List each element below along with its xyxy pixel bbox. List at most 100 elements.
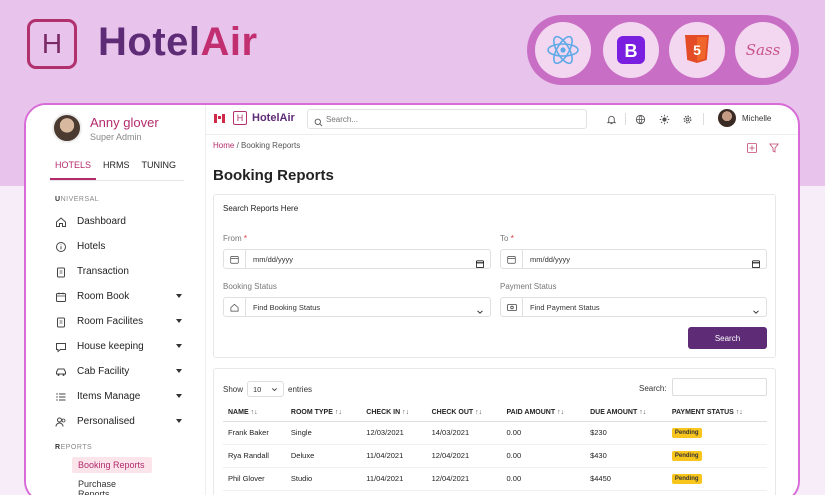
brand-logo: H xyxy=(27,19,77,69)
cell-check-in: 11/04/2021 xyxy=(361,444,427,468)
global-search[interactable] xyxy=(307,109,587,129)
cell-check-out: 12/04/2021 xyxy=(426,444,502,468)
sidebar-item-items-manage[interactable]: Items Manage xyxy=(54,384,182,409)
from-label: From * xyxy=(223,234,247,243)
table-row[interactable]: Frank Baker Single 12/03/2021 14/03/2021… xyxy=(223,421,767,445)
topbar-user-name[interactable]: Michelle xyxy=(742,114,771,123)
chevron-down-icon xyxy=(176,394,182,398)
sidebar-item-hotels[interactable]: Hotels xyxy=(54,234,182,259)
to-label-text: To xyxy=(500,234,509,243)
search-button[interactable]: Search xyxy=(688,327,767,349)
page-title: Booking Reports xyxy=(213,167,334,184)
to-label: To * xyxy=(500,234,514,243)
topbar-divider xyxy=(625,113,626,125)
tab-hotels[interactable]: HOTELS xyxy=(50,160,97,180)
from-date-field[interactable]: mm/dd/yyyy xyxy=(223,249,491,269)
brand-name-hotel: Hotel xyxy=(98,20,201,64)
sort-icon: ↑↓ xyxy=(402,409,410,416)
column-header-payment-status[interactable]: PAYMENT STATUS ↑↓ xyxy=(666,406,767,422)
cell-due-amount: $4450 xyxy=(585,467,667,491)
sidebar-item-label: Dashboard xyxy=(77,216,126,227)
chevron-down-icon xyxy=(176,369,182,373)
topbar: H HotelAir Michelle xyxy=(206,105,798,135)
globe-icon[interactable] xyxy=(634,113,646,125)
money-icon xyxy=(501,298,523,316)
date-picker-icon[interactable] xyxy=(751,255,761,273)
column-header-label: NAME xyxy=(228,409,249,416)
topbar-logo[interactable]: H xyxy=(233,111,247,125)
info-icon xyxy=(54,240,68,254)
sidebar-subitem-booking-reports[interactable]: Booking Reports xyxy=(72,457,152,473)
search-icon xyxy=(314,114,323,132)
gear-icon[interactable] xyxy=(681,113,693,125)
table-search-input[interactable] xyxy=(672,378,767,396)
column-header-paid-amount[interactable]: PAID AMOUNT ↑↓ xyxy=(501,406,586,422)
column-header-check-out[interactable]: CHECK OUT ↑↓ xyxy=(426,406,502,422)
column-header-due-amount[interactable]: DUE AMOUNT ↑↓ xyxy=(585,406,667,422)
sidebar-item-room-facilites[interactable]: Room Facilites xyxy=(54,309,182,334)
from-label-text: From xyxy=(223,234,242,243)
column-header-check-in[interactable]: CHECK IN ↑↓ xyxy=(361,406,427,422)
entries-select[interactable]: 10 xyxy=(247,381,285,397)
add-icon[interactable] xyxy=(747,140,757,158)
sort-icon: ↑↓ xyxy=(557,409,565,416)
brand-name: HotelAir xyxy=(98,20,258,65)
sidebar-subitem-purchase-reports[interactable]: Purchase Reports xyxy=(72,476,152,495)
cell-room-type: Studio xyxy=(285,467,362,491)
sidebar-item-personalised[interactable]: Personalised xyxy=(54,409,182,434)
topbar-brand[interactable]: HotelAir xyxy=(252,112,295,124)
sidebar-item-label: Transaction xyxy=(77,266,129,277)
sun-icon[interactable] xyxy=(658,113,670,125)
flag-icon[interactable] xyxy=(214,114,225,123)
tab-tuning[interactable]: TUNING xyxy=(137,160,182,180)
users-icon xyxy=(54,415,68,429)
cell-check-out: 12/04/2021 xyxy=(426,467,502,491)
section-reports-rest: EPORTS xyxy=(60,444,93,451)
chevron-down-icon xyxy=(176,319,182,323)
user-avatar[interactable] xyxy=(52,113,82,143)
filter-icon[interactable] xyxy=(768,140,780,158)
column-header-label: ROOM TYPE xyxy=(290,409,333,416)
sidebar-item-label: Cab Facility xyxy=(77,366,130,377)
cell-paid-amount: 0.00 xyxy=(501,444,586,468)
booking-status-select[interactable]: Find Booking Status xyxy=(223,297,491,317)
sidebar-item-room-book[interactable]: Room Book xyxy=(54,284,182,309)
search-input[interactable] xyxy=(326,112,576,126)
home-icon xyxy=(54,215,68,229)
bell-icon[interactable] xyxy=(605,113,617,125)
topbar-divider xyxy=(703,113,704,125)
app-window: Anny glover Super Admin HOTELS HRMS TUNI… xyxy=(24,103,800,495)
sidebar-item-label: House keeping xyxy=(77,341,144,352)
sidebar-menu: Dashboard Hotels Transaction Room Book R… xyxy=(54,209,182,434)
column-header-label: CHECK OUT xyxy=(431,409,474,416)
sort-icon: ↑↓ xyxy=(334,409,342,416)
cell-name: Rya Randall xyxy=(223,444,286,468)
sidebar-item-cab-facility[interactable]: Cab Facility xyxy=(54,359,182,384)
payment-status-label: Payment Status xyxy=(500,282,557,291)
column-header-room-type[interactable]: ROOM TYPE ↑↓ xyxy=(285,406,362,422)
sidebar-item-dashboard[interactable]: Dashboard xyxy=(54,209,182,234)
chat-icon xyxy=(54,340,68,354)
table-row[interactable]: Phil Glover Studio 11/04/2021 12/04/2021… xyxy=(223,467,767,491)
brand-logo-letter: H xyxy=(41,28,63,59)
table-search-label: Search: xyxy=(639,384,667,393)
breadcrumb-home[interactable]: Home xyxy=(213,141,234,150)
entries-control: Show 10 entries xyxy=(223,381,312,397)
sidebar-item-house-keeping[interactable]: House keeping xyxy=(54,334,182,359)
topbar-avatar[interactable] xyxy=(718,109,736,127)
sidebar-item-transaction[interactable]: Transaction xyxy=(54,259,182,284)
date-picker-icon[interactable] xyxy=(475,255,485,273)
svg-text:B: B xyxy=(625,41,638,61)
tab-hrms[interactable]: HRMS xyxy=(98,160,135,180)
table-row[interactable]: Rya Randall Deluxe 11/04/2021 12/04/2021… xyxy=(223,444,767,468)
column-header-name[interactable]: NAME ↑↓ xyxy=(223,406,286,422)
entries-value: 10 xyxy=(253,385,262,394)
topbar-logo-letter: H xyxy=(236,113,244,123)
svg-text:Sass: Sass xyxy=(746,41,781,59)
cell-payment-status: Pending xyxy=(666,467,767,491)
column-header-label: DUE AMOUNT xyxy=(590,409,638,416)
payment-status-select[interactable]: Find Payment Status xyxy=(500,297,767,317)
user-role: Super Admin xyxy=(90,132,142,142)
sidebar: Anny glover Super Admin HOTELS HRMS TUNI… xyxy=(26,105,206,495)
to-date-field[interactable]: mm/dd/yyyy xyxy=(500,249,767,269)
